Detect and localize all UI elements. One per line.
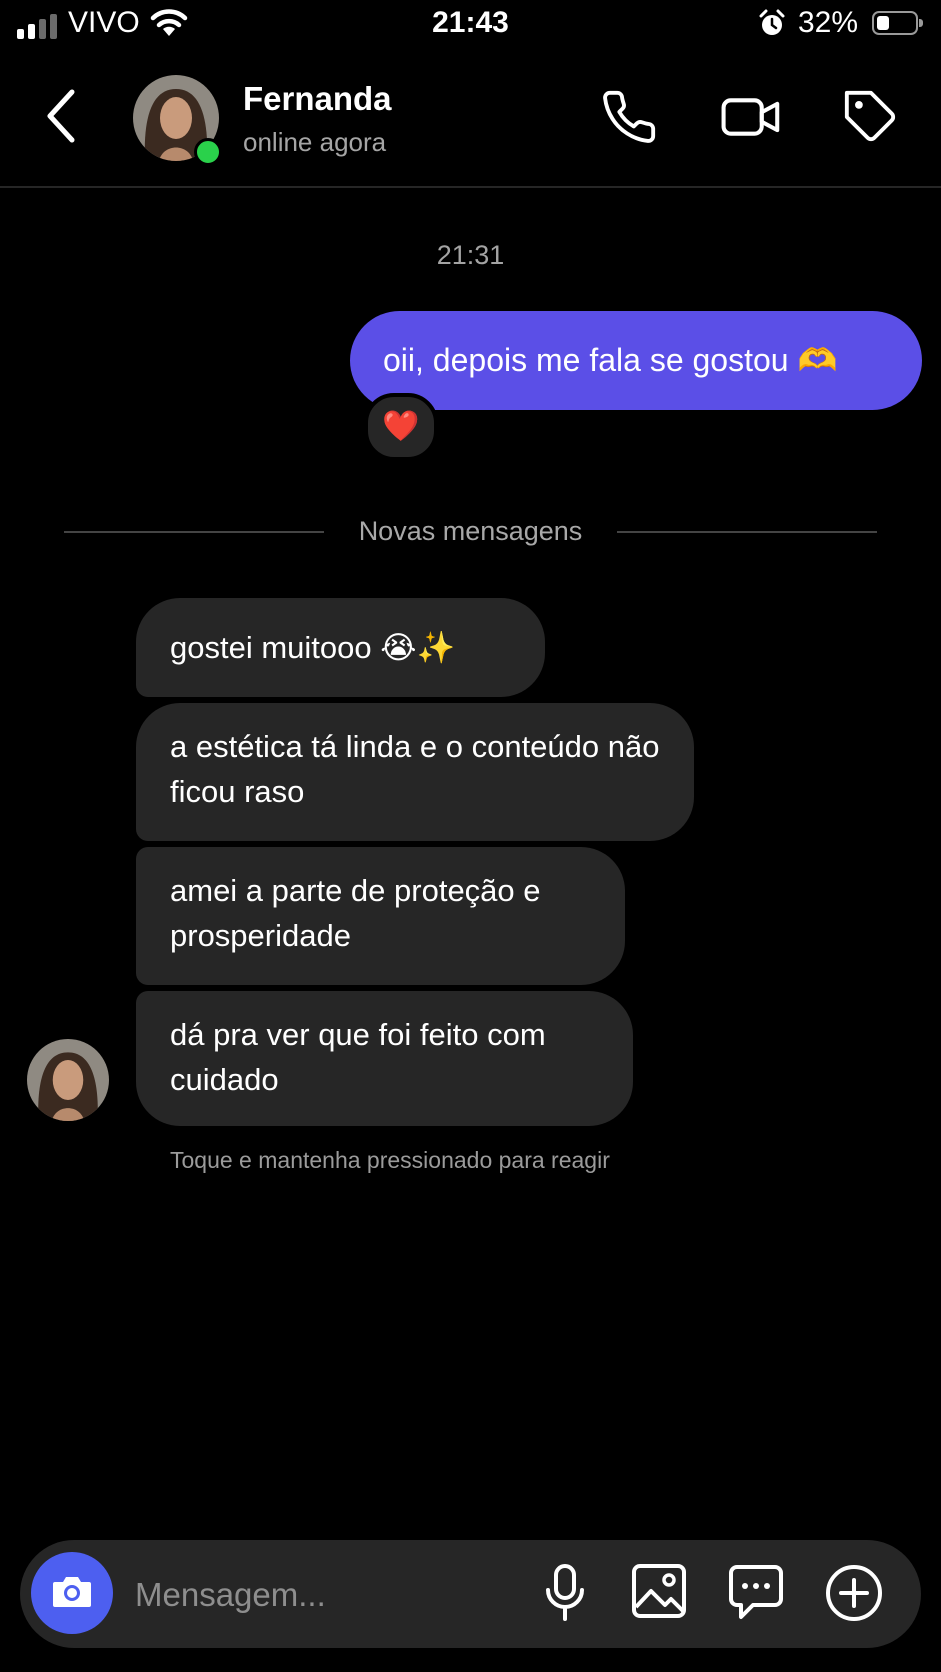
video-camera-icon[interactable] [720, 88, 782, 151]
battery-percentage: 32% [798, 6, 859, 39]
reaction-hint: Toque e mantenha pressionado para reagir [170, 1147, 610, 1173]
microphone-icon[interactable] [542, 1563, 588, 1628]
online-status-dot [194, 138, 222, 166]
header-divider [0, 186, 941, 188]
divider-line-right [617, 531, 877, 533]
phone-icon[interactable] [600, 88, 658, 151]
contact-name[interactable]: Fernanda [243, 80, 392, 118]
presence-status: online agora [243, 127, 387, 157]
camera-button[interactable] [31, 1552, 113, 1634]
received-message-bubble[interactable]: amei a parte de proteção e prosperidade [136, 847, 625, 985]
received-message-bubble[interactable]: dá pra ver que foi feito com cuidado [136, 991, 633, 1126]
message-input[interactable] [133, 1566, 517, 1624]
sticker-chat-icon[interactable] [727, 1563, 785, 1626]
received-message-bubble[interactable]: a estética tá linda e o conteúdo não fic… [136, 703, 694, 841]
camera-icon [51, 1573, 93, 1614]
message-timestamp: 21:31 [436, 240, 505, 270]
received-message-bubble[interactable]: gostei muitooo 😭✨ [136, 598, 545, 697]
alarm-icon [758, 8, 786, 43]
plus-circle-icon[interactable] [824, 1563, 884, 1628]
back-chevron-icon[interactable] [44, 88, 78, 149]
heart-reaction[interactable]: ❤️ [364, 393, 438, 461]
gallery-icon[interactable] [631, 1563, 687, 1624]
sender-avatar[interactable] [27, 1039, 109, 1121]
sent-message-bubble[interactable]: oii, depois me fala se gostou 🫶 [350, 311, 922, 410]
tag-icon[interactable] [842, 88, 900, 151]
battery-icon [872, 11, 923, 35]
